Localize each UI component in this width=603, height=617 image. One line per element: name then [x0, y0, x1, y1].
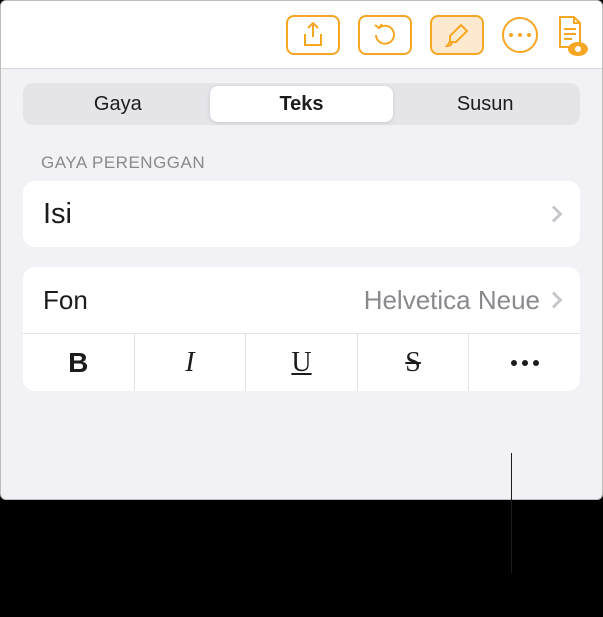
- tab-teks[interactable]: Teks: [210, 86, 394, 122]
- toolbar-more-button[interactable]: [502, 17, 538, 53]
- underline-button[interactable]: U: [245, 334, 357, 391]
- format-tabs: Gaya Teks Susun: [23, 83, 580, 125]
- format-button[interactable]: [430, 15, 484, 55]
- paragraph-style-label: GAYA PERENGGAN: [41, 153, 562, 173]
- undo-icon: [371, 21, 399, 49]
- tab-susun[interactable]: Susun: [393, 86, 577, 122]
- share-button[interactable]: [286, 15, 340, 55]
- paragraph-style-card: Isi: [23, 181, 580, 247]
- text-style-more-button[interactable]: [468, 334, 580, 391]
- share-icon: [302, 22, 324, 48]
- font-value: Helvetica Neue: [364, 285, 540, 316]
- paintbrush-icon: [444, 22, 470, 48]
- font-row[interactable]: Fon Helvetica Neue: [23, 267, 580, 333]
- eye-badge-icon: [568, 42, 588, 56]
- font-label: Fon: [43, 285, 364, 316]
- more-icon: [509, 33, 531, 37]
- bold-button[interactable]: B: [23, 334, 134, 391]
- document-view-button[interactable]: [556, 15, 584, 54]
- paragraph-style-row[interactable]: Isi: [23, 181, 580, 247]
- format-panel: Gaya Teks Susun GAYA PERENGGAN Isi Fon H…: [0, 0, 603, 500]
- chevron-right-icon: [546, 206, 563, 223]
- text-style-buttons: B I U S: [23, 333, 580, 391]
- more-icon: [511, 360, 539, 366]
- strikethrough-button[interactable]: S: [357, 334, 469, 391]
- chevron-right-icon: [546, 292, 563, 309]
- paragraph-style-value: Isi: [43, 198, 540, 231]
- undo-button[interactable]: [358, 15, 412, 55]
- tab-gaya[interactable]: Gaya: [26, 86, 210, 122]
- callout-line: [511, 453, 512, 573]
- font-card: Fon Helvetica Neue B I U S: [23, 267, 580, 391]
- italic-button[interactable]: I: [134, 334, 246, 391]
- top-toolbar: [1, 1, 602, 69]
